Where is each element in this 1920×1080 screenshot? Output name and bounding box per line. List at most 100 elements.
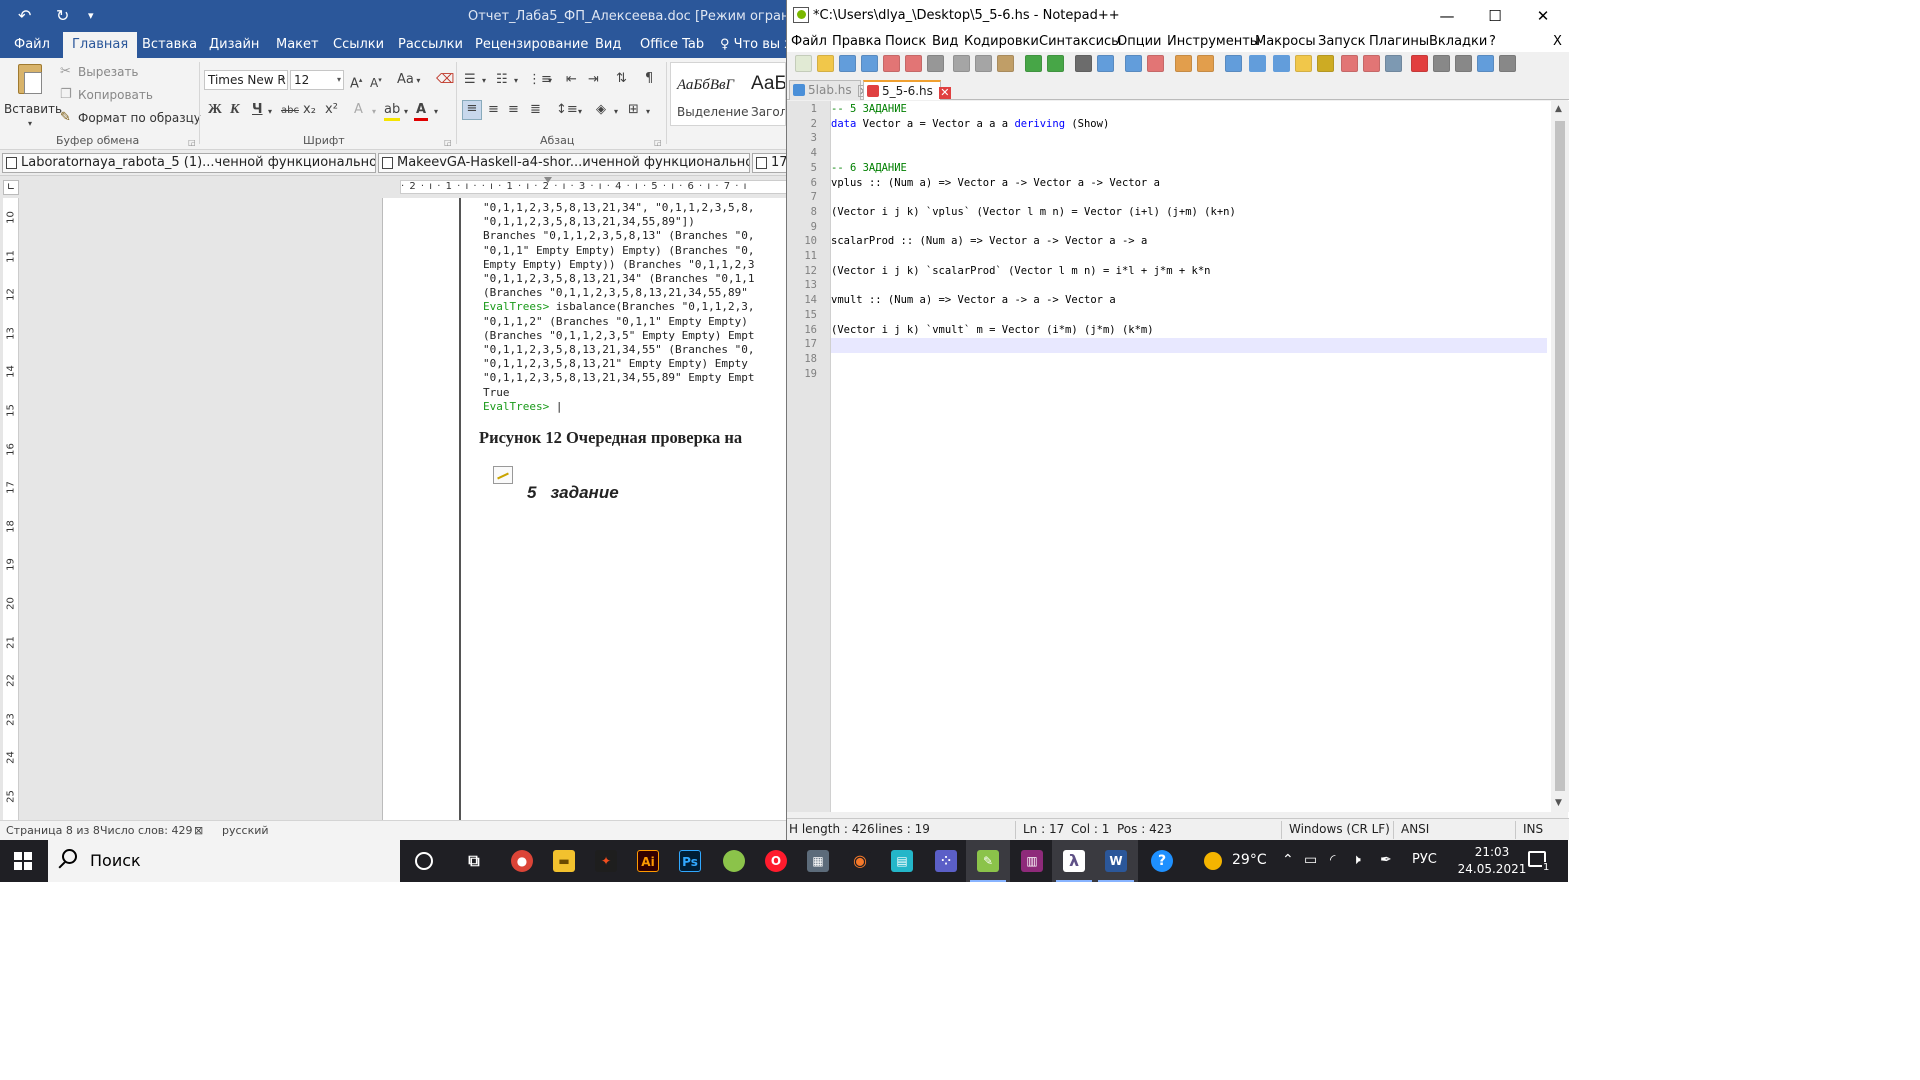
close-document-button[interactable]: X [1553, 34, 1562, 49]
dialog-launcher-icon[interactable]: ◲ [444, 135, 452, 151]
menu-options[interactable]: Опции [1117, 34, 1161, 49]
shrink-font-icon[interactable]: A▾ [370, 72, 382, 91]
code-line[interactable]: vmult :: (Num a) => Vector a -> a -> Vec… [831, 294, 1116, 306]
bold-button[interactable]: Ж [208, 102, 222, 118]
quick-access-menu-icon[interactable]: ▾ [88, 9, 94, 22]
code-line[interactable]: (Vector i j k) `vmult` m = Vector (i*m) … [831, 324, 1154, 336]
tab-mailings[interactable]: Рассылки [398, 32, 463, 58]
volume-muted-icon[interactable]: 🕨 [1352, 852, 1361, 868]
taskbar-help[interactable]: ? [1140, 840, 1184, 882]
insert-mode-indicator[interactable]: INS [1523, 822, 1543, 836]
style-heading-sample[interactable]: АаБ [751, 73, 785, 95]
sync-horizontal-icon[interactable] [1197, 55, 1214, 72]
tray-expand-icon[interactable]: ⌃ [1282, 852, 1294, 868]
doc-tab-makeev[interactable]: MakeevGA-Haskell-a4-shor...иченной функц… [378, 153, 750, 173]
zoom-out-icon[interactable] [1147, 55, 1164, 72]
print-icon[interactable] [927, 55, 944, 72]
tab-5lab-hs[interactable]: 5lab.hs✕ [789, 80, 870, 100]
menu-view[interactable]: Вид [932, 34, 958, 49]
align-right-icon[interactable]: ≡ [508, 102, 519, 118]
tab-layout[interactable]: Макет [276, 32, 319, 58]
taskbar-search[interactable]: Поиск [48, 840, 400, 882]
find-icon[interactable] [1075, 55, 1092, 72]
vertical-ruler[interactable]: 10 11 12 13 14 15 16 17 18 19 20 21 22 23 24 25 [3, 198, 19, 820]
user-lang-icon[interactable] [1295, 55, 1312, 72]
scroll-down-icon[interactable]: ▼ [1555, 798, 1562, 808]
highlight-icon[interactable]: ab [384, 102, 400, 121]
ruler-corner[interactable]: ∟ [3, 180, 19, 195]
taskbar-calculator[interactable]: ▦ [796, 840, 840, 882]
menu-edit[interactable]: Правка [832, 34, 881, 49]
doc-map-icon[interactable] [1317, 55, 1334, 72]
paste-icon[interactable] [997, 55, 1014, 72]
menu-tools[interactable]: Инструменты [1167, 34, 1260, 49]
document-page[interactable]: "0,1,1,2,3,5,8,13,21,34", "0,1,1,2,3,5,8… [382, 198, 786, 820]
horizontal-ruler[interactable]: · 2 · ı · 1 · ı · · ı · 1 · ı · 2 · ı · … [20, 177, 806, 197]
monitor-icon[interactable] [1385, 55, 1402, 72]
taskbar-notepadpp[interactable]: ✎ [966, 840, 1010, 882]
save-all-icon[interactable] [861, 55, 878, 72]
menu-macros[interactable]: Макросы [1255, 34, 1316, 49]
subscript-button[interactable]: x₂ [303, 102, 316, 118]
copy-icon[interactable] [975, 55, 992, 72]
tab-references[interactable]: Ссылки [333, 32, 384, 58]
menu-help[interactable]: ? [1489, 34, 1496, 49]
redo-icon[interactable]: ↻ [56, 6, 69, 25]
proofing-icon[interactable]: ⊠ [194, 824, 203, 837]
close-all-icon[interactable] [905, 55, 922, 72]
taskbar-photoshop[interactable]: Ps [668, 840, 712, 882]
taskbar-app-cyan[interactable]: ▤ [880, 840, 924, 882]
taskbar-app-dots[interactable]: ⁘ [924, 840, 968, 882]
open-file-icon[interactable] [817, 55, 834, 72]
code-line[interactable]: (Vector i j k) `vplus` (Vector l m n) = … [831, 206, 1236, 218]
line-spacing-icon[interactable]: ↕≡ [556, 102, 578, 118]
save-macro-icon[interactable] [1499, 55, 1516, 72]
weather-icon[interactable] [1204, 852, 1222, 870]
font-color-icon[interactable]: A [414, 102, 428, 121]
minimize-button[interactable]: — [1427, 4, 1467, 28]
record-macro-icon[interactable] [1411, 55, 1428, 72]
borders-icon[interactable]: ⊞ [628, 102, 639, 118]
language-indicator[interactable]: русский [222, 824, 269, 837]
function-list-icon[interactable] [1341, 55, 1358, 72]
format-painter-button[interactable]: Формат по образцу [78, 111, 201, 125]
dialog-launcher-icon[interactable]: ◲ [188, 135, 196, 151]
scroll-up-icon[interactable]: ▲ [1555, 104, 1562, 114]
code-line[interactable]: scalarProd :: (Num a) => Vector a -> Vec… [831, 235, 1147, 247]
undo-icon[interactable]: ↶ [18, 6, 31, 25]
tab-5-5-6-hs[interactable]: 5_5-6.hs ✕ [863, 80, 951, 100]
clear-formatting-icon[interactable]: ⌫ [436, 72, 454, 88]
sync-vertical-icon[interactable] [1175, 55, 1192, 72]
indent-guide-icon[interactable] [1273, 55, 1290, 72]
input-language[interactable]: РУС [1412, 852, 1437, 867]
indent-marker[interactable] [544, 177, 552, 183]
show-all-chars-icon[interactable] [1249, 55, 1266, 72]
justify-icon[interactable]: ≣ [530, 102, 541, 118]
doc-tab-lab5[interactable]: Laboratornaya_rabota_5 (1)...ченной функ… [2, 153, 376, 173]
run-macro-multiple-icon[interactable] [1477, 55, 1494, 72]
task-view-button[interactable] [402, 840, 446, 882]
taskbar-opera[interactable]: O [754, 840, 798, 882]
cut-button[interactable]: Вырезать [78, 65, 139, 79]
strikethrough-button[interactable]: abc [281, 103, 299, 119]
show-marks-button[interactable]: ¶ [645, 71, 653, 87]
tab-home[interactable]: Главная [63, 32, 138, 58]
close-file-icon[interactable] [883, 55, 900, 72]
dialog-launcher-icon[interactable]: ◲ [654, 135, 662, 151]
taskbar-illustrator[interactable]: Ai [626, 840, 670, 882]
underline-button[interactable]: Ч [252, 102, 263, 118]
tab-view[interactable]: Вид [595, 32, 621, 58]
menu-syntax[interactable]: Синтаксисы [1039, 34, 1121, 49]
menu-run[interactable]: Запуск [1318, 34, 1366, 49]
stop-macro-icon[interactable] [1433, 55, 1450, 72]
scrollbar-thumb[interactable] [1555, 121, 1565, 791]
folder-workspace-icon[interactable] [1363, 55, 1380, 72]
page-count[interactable]: Страница 8 из 8 [6, 824, 100, 837]
encoding-indicator[interactable]: ANSI [1401, 822, 1429, 836]
align-center-icon[interactable]: ≡ [488, 102, 499, 118]
close-button[interactable]: ✕ [1523, 4, 1563, 28]
menu-tabs[interactable]: Вкладки [1429, 34, 1487, 49]
increase-indent-icon[interactable]: ⇥ [588, 72, 599, 88]
tab-insert[interactable]: Вставка [142, 32, 197, 58]
pen-icon[interactable]: ✒ [1380, 852, 1392, 868]
